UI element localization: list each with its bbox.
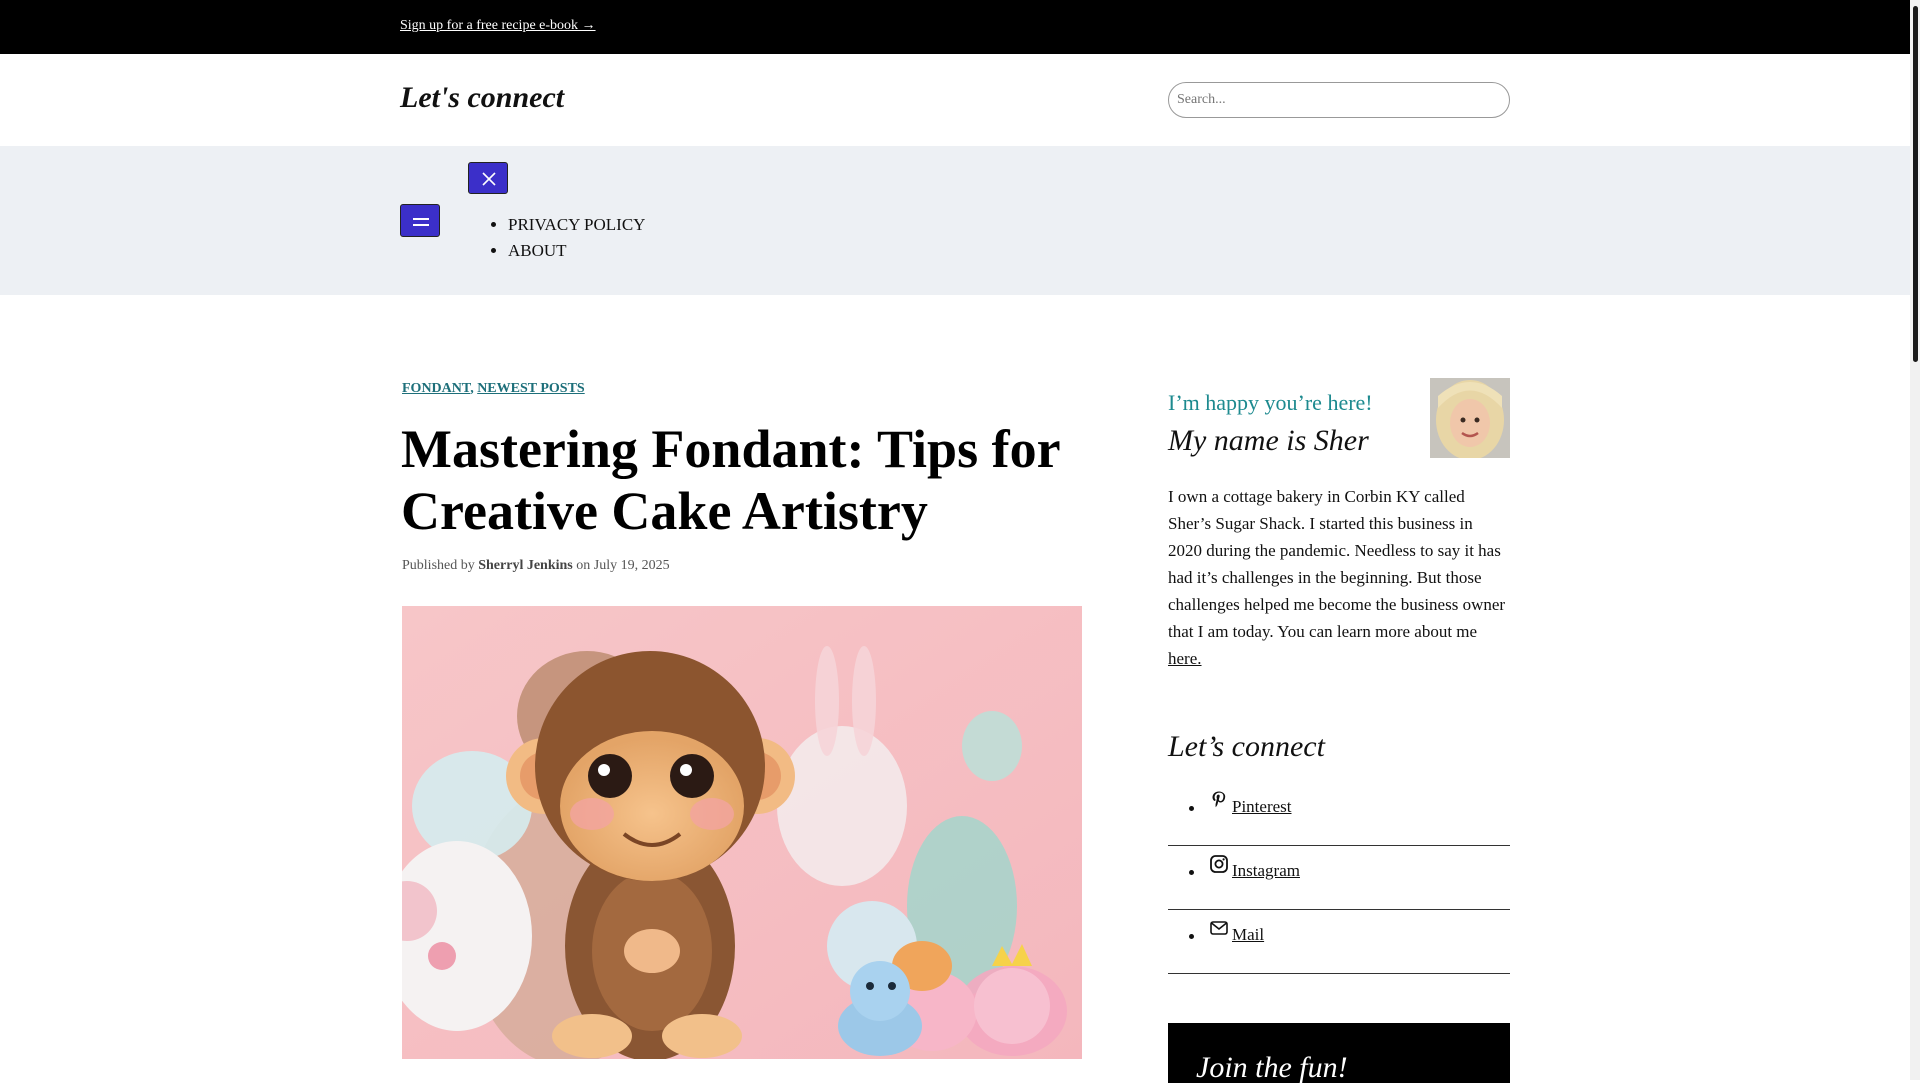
social-item-instagram: Instagram	[1168, 846, 1510, 910]
sidebar-bio: I own a cottage bakery in Corbin KY call…	[1168, 483, 1510, 672]
sidebar-name: My name is Sher	[1168, 424, 1369, 457]
newsletter-box: Join the fun!	[1168, 1023, 1510, 1084]
social-link-pinterest[interactable]: Pinterest	[1232, 797, 1292, 817]
pinterest-icon[interactable]	[1209, 790, 1229, 810]
close-icon	[482, 172, 496, 186]
bullet	[1189, 870, 1194, 875]
bullet	[1189, 934, 1194, 939]
scrollbar-thumb[interactable]	[1913, 6, 1918, 362]
post-categories: FONDANT, NEWEST POSTS	[402, 381, 585, 397]
search-input[interactable]	[1168, 82, 1510, 118]
social-item-mail: Mail	[1168, 910, 1510, 974]
category-link-newest-posts[interactable]: NEWEST POSTS	[477, 381, 585, 396]
open-menu-button[interactable]	[400, 204, 440, 237]
instagram-icon[interactable]	[1209, 854, 1229, 874]
site-header: Let's connect	[0, 54, 1910, 146]
post-title: Mastering Fondant: Tips for Creative Cak…	[401, 419, 1060, 541]
close-menu-button[interactable]	[468, 162, 508, 194]
category-link-fondant[interactable]: FONDANT	[402, 381, 470, 396]
nav-link-about[interactable]: ABOUT	[508, 241, 567, 260]
nav-menu: PRIVACY POLICY ABOUT	[488, 212, 645, 264]
connect-heading: Let’s connect	[1168, 730, 1325, 763]
post-date: July 19, 2025	[593, 558, 670, 573]
nav-item-privacy-policy: PRIVACY POLICY	[508, 212, 645, 238]
scrollbar[interactable]	[1910, 0, 1920, 1080]
byline-prefix: Published by	[402, 558, 475, 573]
social-link-instagram[interactable]: Instagram	[1232, 861, 1300, 881]
featured-image	[402, 606, 1082, 1059]
category-separator: ,	[470, 381, 474, 396]
sidebar-greeting: I’m happy you’re here!	[1168, 390, 1373, 415]
bullet	[1189, 806, 1194, 811]
signup-link[interactable]: Sign up for a free recipe e-book →	[400, 18, 596, 34]
nav-item-about: ABOUT	[508, 238, 645, 264]
navigation-band: PRIVACY POLICY ABOUT	[0, 146, 1910, 295]
post-byline: Published by Sherryl Jenkins on July 19,…	[402, 558, 670, 574]
post-author[interactable]: Sherryl Jenkins	[478, 558, 573, 573]
social-links: Pinterest Instagram Mail	[1168, 782, 1510, 974]
site-title[interactable]: Let's connect	[400, 81, 564, 115]
bio-here-link[interactable]: here.	[1168, 649, 1202, 668]
byline-mid: on	[576, 558, 591, 573]
social-item-pinterest: Pinterest	[1168, 782, 1510, 846]
nav-link-privacy-policy[interactable]: PRIVACY POLICY	[508, 215, 645, 234]
bio-text: I own a cottage bakery in Corbin KY call…	[1168, 487, 1506, 641]
social-link-mail[interactable]: Mail	[1232, 925, 1264, 945]
avatar	[1430, 378, 1510, 458]
announcement-bar: Sign up for a free recipe e-book →	[0, 0, 1910, 54]
mail-icon[interactable]	[1209, 918, 1229, 938]
